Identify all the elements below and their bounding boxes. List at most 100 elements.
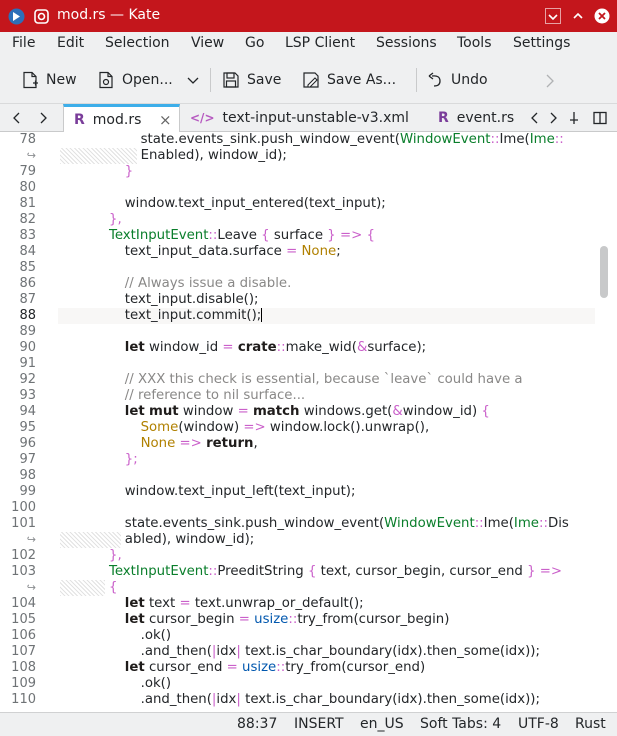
- close-window-icon[interactable]: [594, 8, 610, 24]
- indentation-setting[interactable]: Soft Tabs: 4: [420, 716, 501, 732]
- save-icon: [223, 72, 239, 88]
- menu-settings[interactable]: Settings: [513, 35, 570, 51]
- spellcheck-language[interactable]: en_US: [360, 716, 404, 732]
- line-number: 85: [19, 260, 36, 275]
- line-number: 86: [19, 276, 36, 291]
- line-number: 109: [11, 676, 36, 691]
- code-line[interactable]: let mut window = match windows.get(&wind…: [125, 404, 490, 420]
- pin-icon[interactable]: [567, 111, 581, 125]
- xml-icon: </>: [190, 111, 215, 125]
- menu-sessions[interactable]: Sessions: [376, 35, 437, 51]
- line-number: 84: [19, 244, 36, 259]
- menu-file[interactable]: File: [12, 35, 35, 51]
- tab-label: mod.rs: [92, 112, 142, 128]
- code-line[interactable]: }: [125, 164, 133, 180]
- save-as-label: Save As...: [327, 72, 397, 88]
- encoding[interactable]: UTF-8: [518, 716, 559, 732]
- save-as-button[interactable]: Save As...: [302, 69, 396, 91]
- vertical-scrollbar[interactable]: [595, 132, 617, 712]
- close-tab-icon[interactable]: ×: [159, 111, 172, 129]
- code-editor[interactable]: 78 ↪ 79 80 81 82 83 84 85 86 87 88 89 90 91 92 93 94 95 96 9…: [0, 132, 617, 712]
- menu-edit[interactable]: Edit: [57, 35, 84, 51]
- input-mode[interactable]: INSERT: [294, 716, 344, 732]
- code-line[interactable]: .and_then(|idx| text.is_char_boundary(id…: [141, 692, 540, 708]
- code-line[interactable]: text_input.disable();: [125, 292, 259, 308]
- line-number: 82: [19, 212, 36, 227]
- cursor-position[interactable]: 88:37: [237, 716, 277, 732]
- split-view-icon[interactable]: [593, 111, 607, 125]
- code-line[interactable]: TextInputEvent::PreeditString { text, cu…: [109, 564, 562, 580]
- code-line[interactable]: TextInputEvent::Leave { surface } => {: [109, 228, 375, 244]
- document-tab-bar: R mod.rs × </> text-input-unstable-v3.xm…: [0, 104, 617, 133]
- code-line[interactable]: },: [109, 212, 122, 228]
- code-line[interactable]: Some(window) => window.lock().unwrap(),: [141, 420, 430, 436]
- code-line[interactable]: Enabled), window_id);: [141, 148, 287, 164]
- kate-app-icon: [8, 8, 25, 25]
- document-icon: [34, 9, 49, 24]
- tab-scroll-left-icon[interactable]: [528, 111, 542, 125]
- wrap-indent-hatch: [60, 532, 122, 548]
- code-line[interactable]: None => return,: [141, 436, 258, 452]
- code-line[interactable]: // reference to nil surface...: [125, 388, 305, 404]
- line-number: 94: [19, 404, 36, 419]
- code-line[interactable]: state.events_sink.push_window_event(Wind…: [125, 516, 569, 532]
- tab-text-input-unstable-v3-xml[interactable]: </> text-input-unstable-v3.xml: [180, 104, 423, 132]
- toolbar-overflow-chevron-icon[interactable]: [545, 74, 555, 88]
- new-button[interactable]: New: [21, 69, 77, 91]
- menu-bar: File Edit Selection View Go LSP Client S…: [0, 32, 617, 56]
- line-number: 92: [19, 372, 36, 387]
- code-line[interactable]: let cursor_end = usize::try_from(cursor_…: [125, 660, 425, 676]
- code-line[interactable]: text_input.commit();: [125, 308, 263, 324]
- text-cursor: [261, 308, 263, 322]
- code-line[interactable]: {: [109, 580, 117, 596]
- code-line[interactable]: // XXX this check is essential, because …: [125, 372, 523, 388]
- scrollbar-thumb[interactable]: [600, 246, 608, 298]
- code-line[interactable]: let cursor_begin = usize::try_from(curso…: [125, 612, 450, 628]
- menu-tools[interactable]: Tools: [457, 35, 492, 51]
- menu-go[interactable]: Go: [245, 35, 264, 51]
- tab-event-rs[interactable]: R event.rs: [428, 104, 524, 132]
- line-number: 102: [11, 548, 36, 563]
- wrap-marker-icon: ↪: [26, 533, 36, 546]
- back-chevron-icon[interactable]: [10, 111, 24, 125]
- save-as-icon: [303, 72, 319, 88]
- line-number: 103: [11, 564, 36, 579]
- wrap-indent-hatch: [60, 148, 137, 164]
- tab-mod-rs[interactable]: R mod.rs ×: [63, 104, 180, 133]
- code-line[interactable]: text_input_data.surface = None;: [125, 244, 341, 260]
- chevron-down-icon[interactable]: [187, 76, 199, 86]
- menu-lsp-client[interactable]: LSP Client: [285, 35, 355, 51]
- window-title: mod.rs — Kate: [57, 7, 161, 23]
- undo-button[interactable]: Undo: [428, 69, 488, 91]
- new-label: New: [46, 72, 77, 88]
- main-toolbar: New Open... Save Save As... Undo: [0, 56, 617, 104]
- minimize-icon[interactable]: [545, 8, 561, 24]
- syntax-mode[interactable]: Rust: [575, 716, 606, 732]
- save-button[interactable]: Save: [222, 69, 281, 91]
- code-line[interactable]: window.text_input_left(text_input);: [125, 484, 356, 500]
- code-line[interactable]: window.text_input_entered(text_input);: [125, 196, 386, 212]
- line-number: 108: [11, 660, 36, 675]
- code-line[interactable]: };: [125, 452, 138, 468]
- line-number: 97: [19, 452, 36, 467]
- code-line[interactable]: let text = text.unwrap_or_default();: [125, 596, 364, 612]
- code-line[interactable]: let window_id = crate::make_wid(&surface…: [125, 340, 426, 356]
- status-bar: 88:37 INSERT en_US Soft Tabs: 4 UTF-8 Ru…: [0, 712, 617, 736]
- code-line[interactable]: },: [109, 548, 122, 564]
- code-line[interactable]: // Always issue a disable.: [125, 276, 292, 292]
- maximize-icon[interactable]: [570, 8, 586, 24]
- forward-chevron-icon[interactable]: [36, 111, 50, 125]
- save-label: Save: [247, 72, 282, 88]
- menu-selection[interactable]: Selection: [105, 35, 170, 51]
- tab-scroll-right-icon[interactable]: [546, 111, 560, 125]
- line-number: 96: [19, 436, 36, 451]
- code-line[interactable]: state.events_sink.push_window_event(Wind…: [141, 132, 564, 148]
- open-button[interactable]: Open...: [97, 69, 173, 91]
- code-line[interactable]: .and_then(|idx| text.is_char_boundary(id…: [141, 644, 540, 660]
- code-line[interactable]: abled), window_id);: [125, 532, 254, 548]
- code-line[interactable]: .ok(): [141, 676, 171, 692]
- menu-view[interactable]: View: [191, 35, 224, 51]
- code-line[interactable]: .ok(): [141, 628, 171, 644]
- line-number: 95: [19, 420, 36, 435]
- line-number: 90: [19, 340, 36, 355]
